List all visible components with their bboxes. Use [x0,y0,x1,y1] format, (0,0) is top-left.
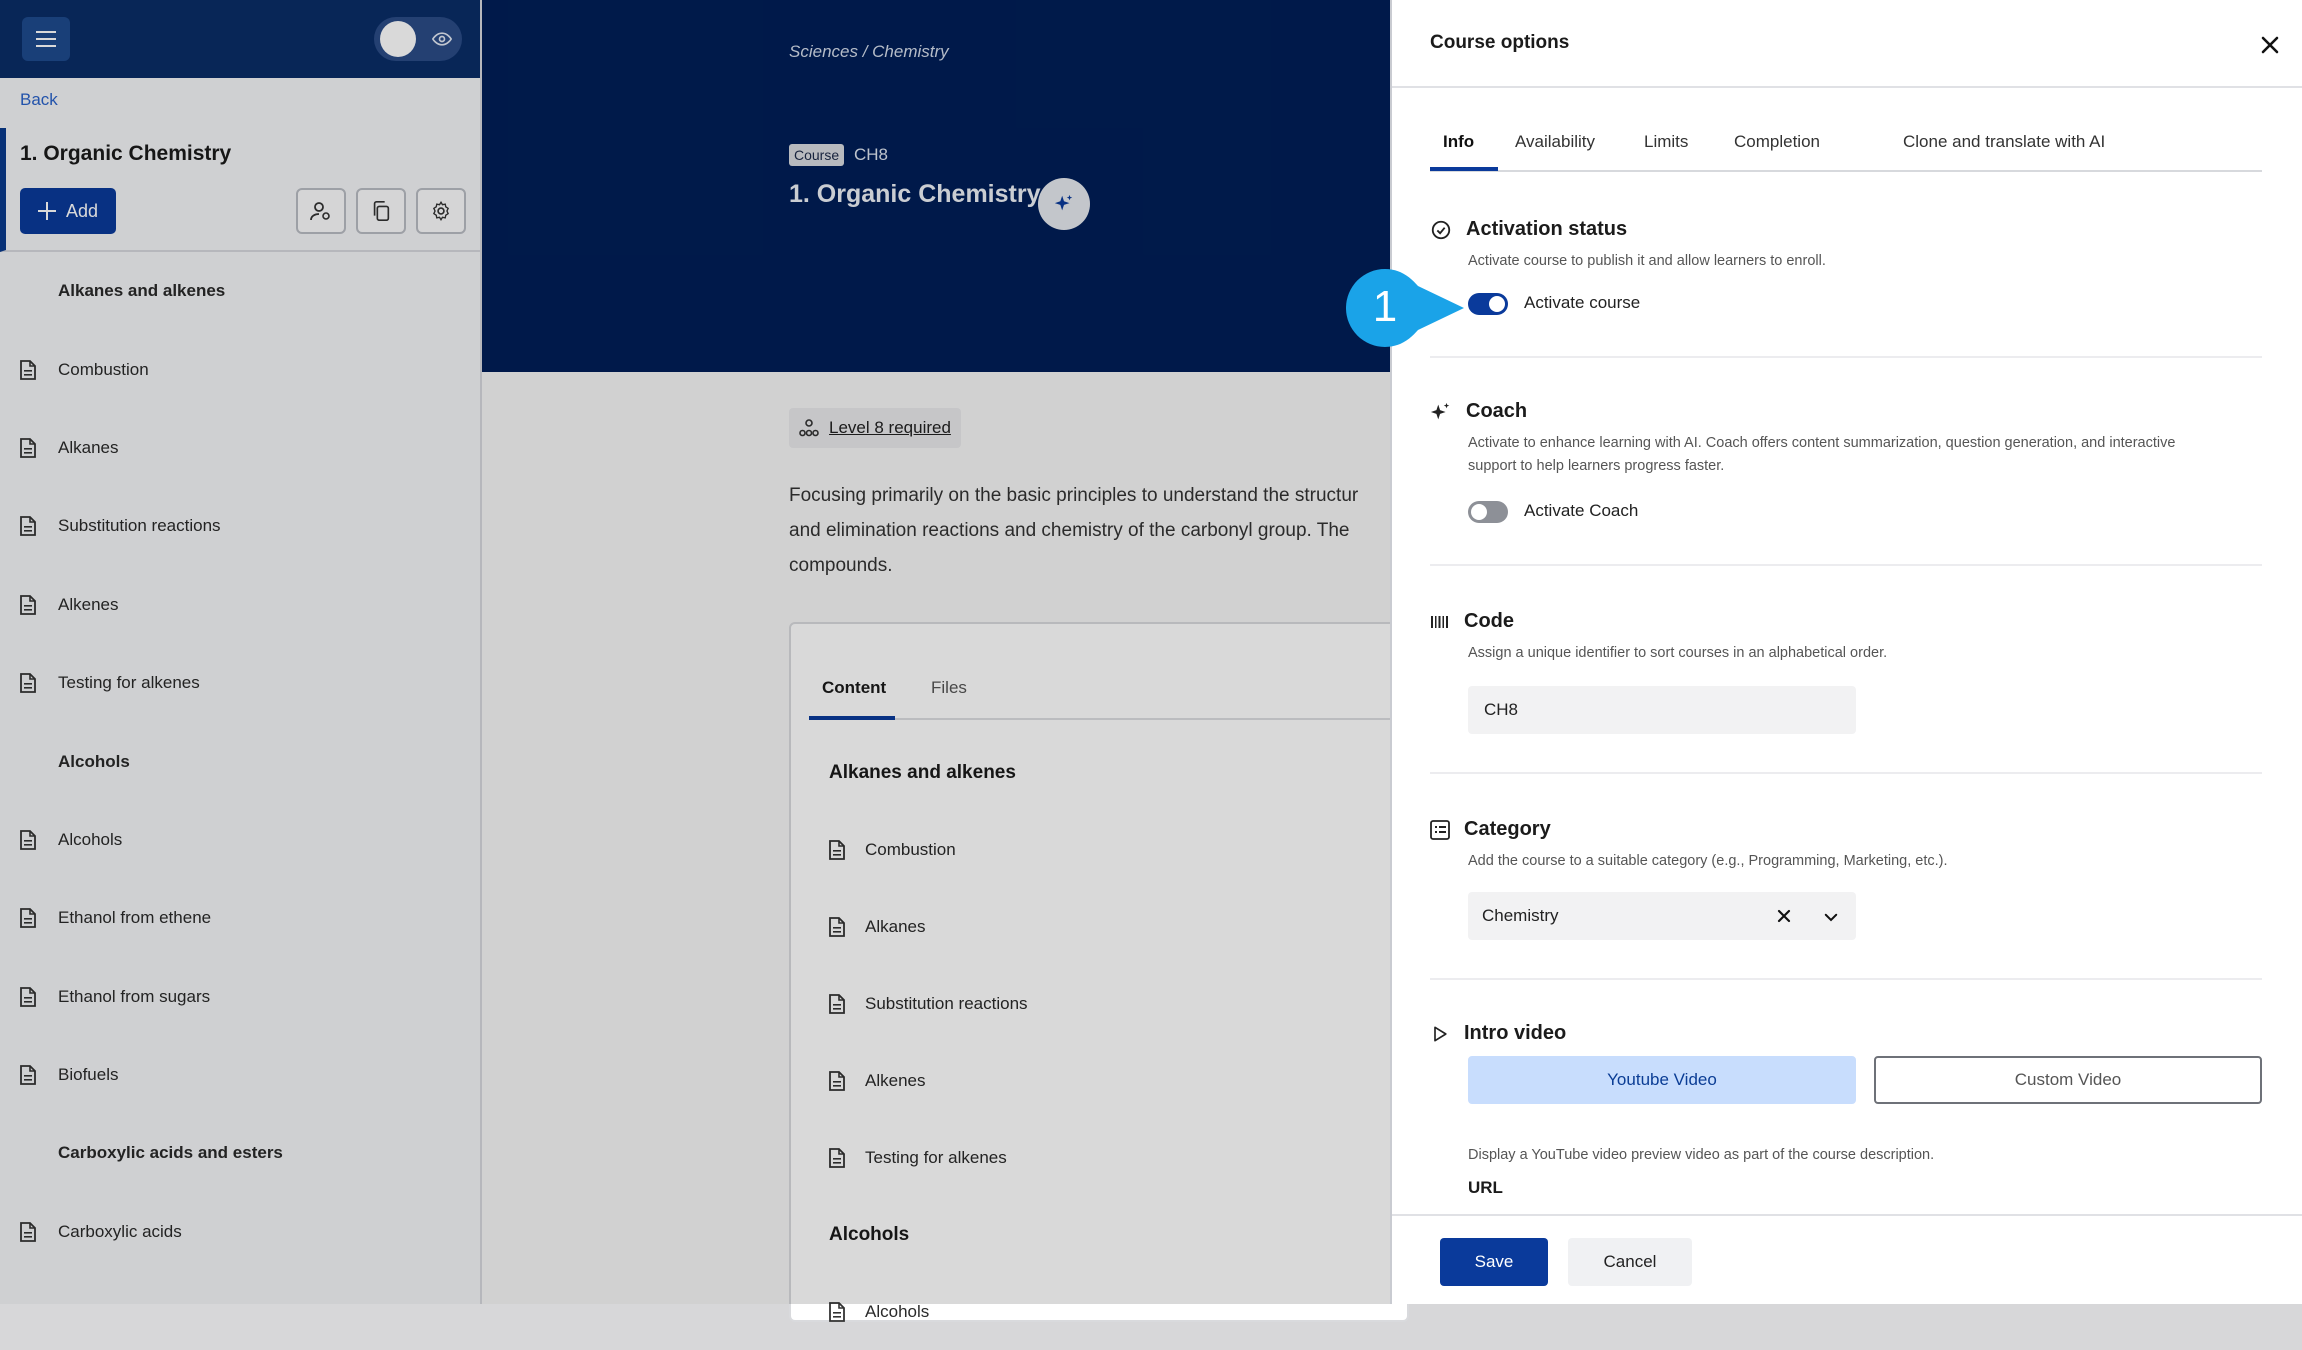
step-callout-number: 1 [1372,282,1398,331]
tab-clone-translate[interactable]: Clone and translate with AI [1903,132,2105,152]
coach-description: Activate to enhance learning with AI. Co… [1468,435,2176,474]
code-section: Code Assign a unique identifier to sort … [1430,566,2262,774]
panel-header: Course options [1392,0,2302,88]
save-button[interactable]: Save [1440,1238,1548,1286]
youtube-video-option[interactable]: Youtube Video [1468,1056,1856,1104]
activation-title: Activation status [1466,218,1628,240]
custom-video-option[interactable]: Custom Video [1874,1056,2262,1104]
active-tab-indicator [1430,167,1498,171]
sparkle-icon [1430,402,1450,419]
intro-video-description: Display a YouTube video preview video as… [1468,1147,1935,1163]
play-icon [1434,1026,1447,1041]
code-description: Assign a unique identifier to sort cours… [1468,645,1888,661]
check-circle-icon [1431,220,1451,239]
panel-footer: Save Cancel [1392,1214,2302,1304]
tab-limits[interactable]: Limits [1644,132,1688,152]
category-description: Add the course to a suitable category (e… [1468,853,1948,869]
url-label: URL [1468,1178,1503,1197]
activate-coach-toggle[interactable] [1468,501,1508,523]
category-section: Category Add the course to a suitable ca… [1430,774,2262,980]
intro-video-section: Intro video Youtube Video Custom Video D… [1430,980,2262,1214]
tab-info[interactable]: Info [1443,132,1474,152]
code-heading: Code [1430,610,1514,633]
coach-section: Coach Activate to enhance learning with … [1430,358,2262,566]
activation-heading: Activation status [1430,218,1627,241]
course-options-panel: Course options Info Availability Limits … [1390,0,2302,1304]
activation-section: Activation status Activate course to pub… [1430,214,2262,358]
activate-course-toggle[interactable] [1468,293,1508,315]
panel-tabs: Info Availability Limits Completion Clon… [1430,112,2262,172]
code-input[interactable]: CH8 [1468,686,1856,734]
cancel-button[interactable]: Cancel [1568,1238,1692,1286]
code-title: Code [1464,610,1514,632]
intro-video-heading: Intro video [1430,1022,1566,1045]
category-select[interactable]: Chemistry [1468,892,1856,940]
list-icon [1430,819,1450,840]
chevron-down-icon[interactable] [1822,908,1840,926]
clear-icon[interactable] [1774,906,1794,926]
modal-backdrop[interactable] [0,0,1390,1304]
list-item-label: Alcohols [865,1301,930,1321]
coach-title: Coach [1466,400,1528,422]
document-icon [829,1301,845,1322]
barcode-icon [1431,615,1448,628]
coach-heading: Coach [1430,400,1527,423]
intro-video-title: Intro video [1464,1022,1567,1044]
panel-title: Course options [1430,32,1570,53]
activation-description: Activate course to publish it and allow … [1468,253,1826,269]
category-heading: Category [1430,818,1551,841]
toggle-knob [1489,296,1505,312]
activate-course-label: Activate course [1524,293,1641,312]
activate-coach-label: Activate Coach [1524,501,1639,520]
tab-availability[interactable]: Availability [1515,132,1595,152]
toggle-knob [1471,504,1487,520]
tab-completion[interactable]: Completion [1734,132,1820,152]
category-value: Chemistry [1482,906,1559,925]
category-title: Category [1464,818,1551,840]
close-icon[interactable] [2258,33,2282,57]
